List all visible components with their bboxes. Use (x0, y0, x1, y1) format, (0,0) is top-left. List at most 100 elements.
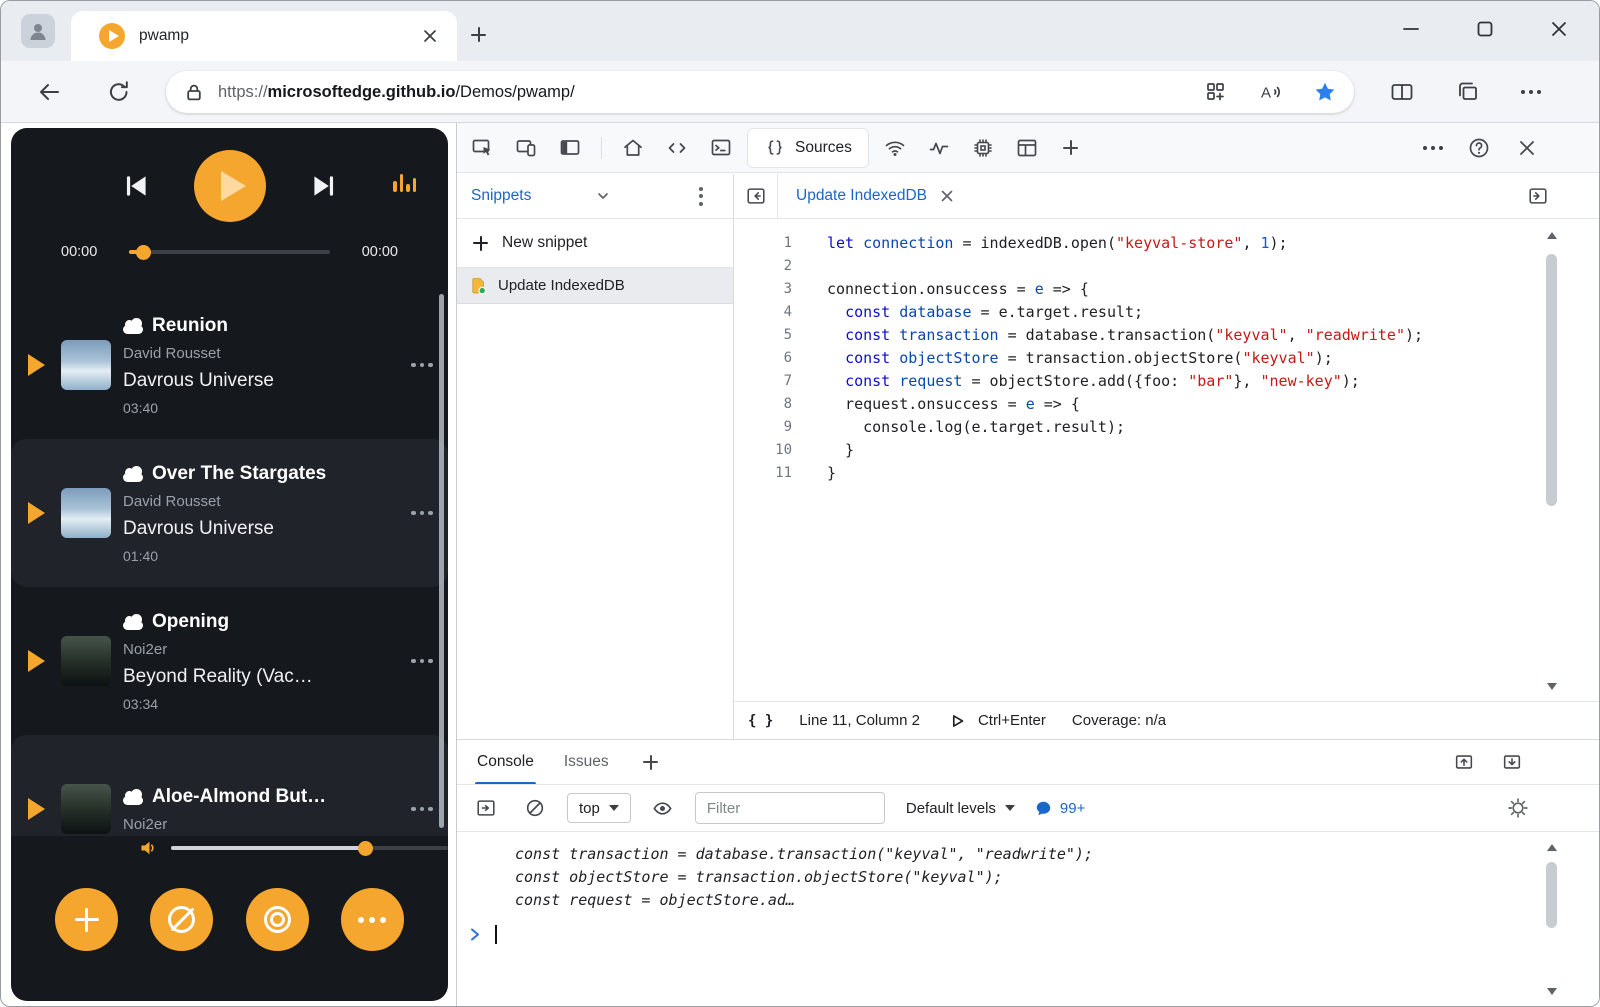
volume-thumb[interactable] (358, 841, 373, 856)
tab-console[interactable]: Console (477, 740, 534, 784)
format-button[interactable]: { } (748, 713, 773, 729)
sidebar-layout-button[interactable] (553, 131, 587, 165)
refresh-button[interactable] (105, 78, 133, 106)
scrollbar-thumb[interactable] (1546, 254, 1557, 506)
console-sidebar-button[interactable] (469, 791, 503, 825)
levels-dropdown[interactable]: Default levels (906, 800, 1015, 817)
console-scrollbar[interactable] (1544, 840, 1559, 998)
next-button[interactable] (304, 166, 344, 206)
track-menu-button[interactable] (408, 659, 436, 664)
console-settings-button[interactable] (1507, 797, 1529, 819)
play-track-button[interactable] (23, 650, 49, 672)
new-snippet-button[interactable]: New snippet (457, 219, 733, 268)
read-aloud-icon[interactable]: A (1258, 80, 1284, 104)
play-icon (28, 650, 45, 672)
browser-tab[interactable]: pwamp (71, 11, 457, 61)
add-panel-button[interactable] (1054, 131, 1088, 165)
address-bar[interactable]: https://microsoftedge.github.io/Demos/pw… (166, 71, 1354, 113)
visualizer-icon[interactable] (393, 172, 416, 192)
tab-sources[interactable]: Sources (748, 129, 868, 167)
play-button[interactable] (194, 150, 266, 222)
track-row[interactable]: Aloe-Almond But… Noi2er (11, 735, 448, 836)
tab-network[interactable] (878, 131, 912, 165)
editor-scrollbar[interactable] (1544, 228, 1559, 693)
open-in-panel-button[interactable] (1527, 185, 1549, 207)
close-snippet-button[interactable] (939, 188, 955, 204)
snippet-item[interactable]: Update IndexedDB (457, 268, 733, 304)
track-row[interactable]: Opening Noi2er Beyond Reality (Vac… 03:3… (11, 587, 448, 735)
lock-icon[interactable] (184, 82, 204, 103)
chevron-down-icon[interactable] (595, 188, 611, 204)
collections-icon[interactable] (1455, 79, 1481, 105)
tab-console-panel[interactable] (704, 131, 738, 165)
hide-navigator-button[interactable] (734, 174, 778, 218)
close-tab-button[interactable] (421, 27, 439, 45)
editor-tab[interactable]: Update IndexedDB (778, 174, 973, 218)
code-lines[interactable]: let connection = indexedDB.open("keyval-… (804, 220, 1599, 701)
context-selector[interactable]: top (567, 793, 631, 823)
device-toolbar-button[interactable] (509, 131, 543, 165)
tab-issues[interactable]: Issues (564, 740, 609, 784)
scroll-down-button[interactable] (1544, 984, 1559, 998)
play-track-button[interactable] (23, 798, 49, 820)
volume-slider[interactable] (171, 840, 448, 856)
tab-application[interactable] (1010, 131, 1044, 165)
browser-menu-icon[interactable] (1521, 90, 1541, 94)
clear-playlist-button[interactable] (150, 888, 213, 951)
track-menu-button[interactable] (408, 363, 436, 368)
more-button[interactable] (341, 888, 404, 951)
tab-elements[interactable] (660, 131, 694, 165)
play-track-button[interactable] (23, 502, 49, 524)
track-menu-button[interactable] (408, 511, 436, 516)
new-tab-button[interactable] (471, 27, 486, 42)
console-output[interactable]: const transaction = database.transaction… (457, 833, 1599, 1006)
total-time: 00:00 (354, 244, 398, 260)
run-snippet-button[interactable]: Ctrl+Enter (946, 710, 1046, 732)
back-button[interactable] (35, 78, 63, 106)
record-button[interactable] (246, 888, 309, 951)
favorite-star-icon[interactable] (1314, 81, 1336, 103)
seek-slider[interactable] (129, 244, 330, 260)
previous-button[interactable] (116, 166, 156, 206)
help-icon[interactable] (1467, 136, 1491, 160)
minimize-button[interactable] (1397, 15, 1425, 43)
add-drawer-tab-button[interactable] (639, 745, 663, 779)
playlist-scrollbar[interactable] (439, 294, 444, 828)
code-editor[interactable]: 1234567891011 let connection = indexedDB… (734, 220, 1599, 701)
close-devtools-button[interactable] (1515, 136, 1539, 160)
play-track-button[interactable] (23, 354, 49, 376)
inspect-button[interactable] (465, 131, 499, 165)
pane-menu-button[interactable] (689, 187, 713, 206)
collapse-console-button[interactable] (1501, 751, 1523, 773)
track-menu-button[interactable] (408, 807, 436, 812)
scrollbar-thumb[interactable] (1546, 862, 1557, 928)
clear-console-button[interactable] (518, 791, 552, 825)
filter-input[interactable] (695, 792, 885, 824)
scroll-up-button[interactable] (1544, 840, 1559, 854)
track-duration: 01:40 (123, 548, 396, 564)
tab-performance[interactable] (922, 131, 956, 165)
snippet-name: Update IndexedDB (498, 277, 625, 294)
add-button[interactable] (55, 888, 118, 951)
messages-badge[interactable]: 99+ (1034, 799, 1085, 818)
track-row[interactable]: Over The Stargates David Rousset Davrous… (11, 439, 448, 587)
volume-icon[interactable] (139, 838, 159, 858)
snippets-dropdown[interactable]: Snippets (471, 187, 531, 205)
live-expression-button[interactable] (646, 791, 680, 825)
split-screen-icon[interactable] (1389, 79, 1415, 105)
track-row[interactable]: Reunion David Rousset Davrous Universe 0… (11, 291, 448, 439)
tab-home[interactable] (616, 131, 650, 165)
scroll-up-button[interactable] (1544, 228, 1559, 242)
snippet-editor: Update IndexedDB 1234567891011 let conne… (734, 174, 1599, 739)
devtools-menu-icon[interactable] (1423, 146, 1443, 150)
seek-thumb[interactable] (136, 245, 151, 260)
profile-button[interactable] (21, 14, 55, 48)
maximize-button[interactable] (1471, 15, 1499, 43)
tab-memory[interactable] (966, 131, 1000, 165)
close-window-button[interactable] (1545, 15, 1573, 43)
scroll-down-button[interactable] (1544, 679, 1559, 693)
apps-icon[interactable] (1204, 80, 1228, 104)
pop-out-console-button[interactable] (1453, 751, 1475, 773)
console-prompt[interactable] (457, 925, 1599, 944)
slash-circle-icon (168, 906, 195, 933)
